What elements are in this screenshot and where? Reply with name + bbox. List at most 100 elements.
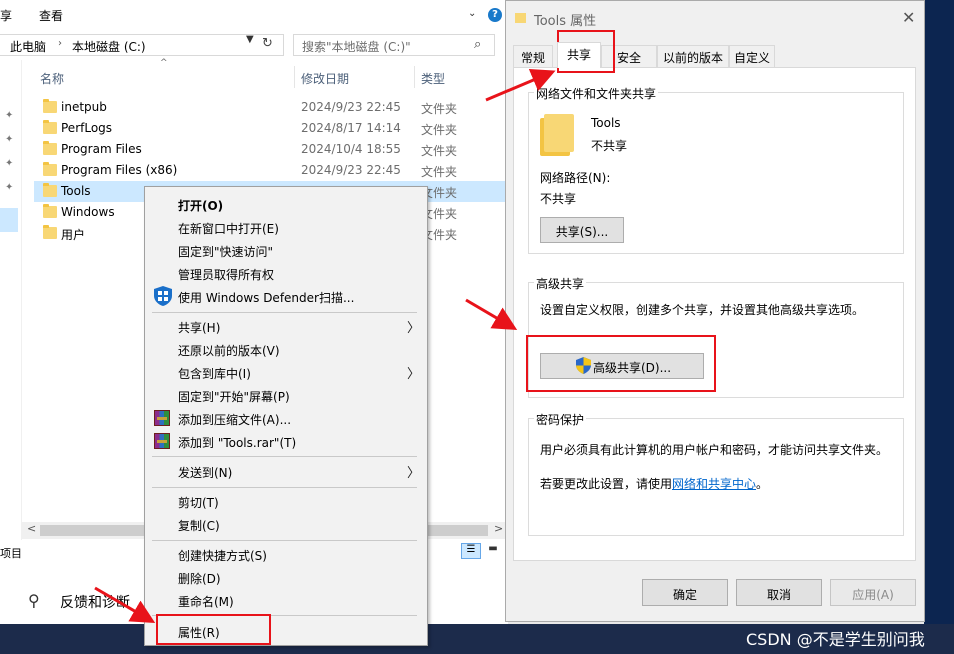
navigation-pane bbox=[0, 60, 22, 540]
menu-item-take-ownership[interactable]: 管理员取得所有权 bbox=[178, 266, 274, 283]
large-icons-view-icon[interactable]: ▬ bbox=[485, 543, 501, 559]
file-date: 2024/10/4 18:55 bbox=[301, 142, 401, 156]
file-row-program-files-x86[interactable]: Program Files (x86) 2024/9/23 22:45 文件夹 bbox=[34, 160, 508, 181]
password-change-suffix: 。 bbox=[756, 477, 769, 491]
ribbon-collapse-chevron-icon[interactable]: ⌄ bbox=[468, 8, 476, 19]
menu-item-rename[interactable]: 重命名(M) bbox=[178, 593, 234, 610]
details-view-icon[interactable]: ☰ bbox=[461, 543, 481, 559]
file-row-inetpub[interactable]: inetpub 2024/9/23 22:45 文件夹 bbox=[34, 97, 508, 118]
submenu-chevron-right-icon: 〉 bbox=[407, 367, 421, 382]
folder-icon bbox=[43, 183, 57, 197]
password-change-prefix: 若要更改此设置，请使用 bbox=[540, 477, 673, 491]
file-name: Windows bbox=[61, 205, 115, 219]
sort-ascending-icon: ^ bbox=[160, 58, 168, 68]
column-divider[interactable] bbox=[294, 66, 295, 88]
menu-item-add-tools-rar[interactable]: 添加到 "Tools.rar"(T) bbox=[178, 434, 296, 451]
search-icon[interactable]: ⌕ bbox=[474, 37, 481, 52]
file-name: PerfLogs bbox=[61, 121, 113, 135]
menu-item-restore-versions[interactable]: 还原以前的版本(V) bbox=[178, 342, 280, 359]
network-path-value: 不共享 bbox=[540, 192, 577, 206]
pin-icon[interactable]: ✦ bbox=[5, 134, 13, 145]
submenu-chevron-right-icon: 〉 bbox=[407, 466, 421, 481]
folder-icon bbox=[43, 141, 57, 155]
password-change-text: 若要更改此设置，请使用网络和共享中心。 bbox=[540, 475, 768, 492]
menu-share-tab[interactable]: 享 bbox=[0, 7, 12, 24]
apply-button[interactable]: 应用(A) bbox=[830, 579, 916, 606]
folder-icon bbox=[515, 13, 526, 23]
menu-item-pin-quick-access[interactable]: 固定到"快速访问" bbox=[178, 243, 273, 260]
column-divider[interactable] bbox=[414, 66, 415, 88]
file-type: 文件夹 bbox=[421, 165, 458, 179]
tab-previous-versions[interactable]: 以前的版本 bbox=[657, 45, 729, 67]
menu-item-include-library[interactable]: 包含到库中(I) bbox=[178, 365, 251, 382]
ok-button[interactable]: 确定 bbox=[642, 579, 728, 606]
column-header-type[interactable]: 类型 bbox=[421, 70, 445, 87]
breadcrumb-this-pc[interactable]: 此电脑 bbox=[10, 38, 46, 55]
feedback-diagnostics-item[interactable]: 反馈和诊断 bbox=[60, 592, 130, 612]
dialog-title: Tools 属性 bbox=[534, 14, 597, 29]
windows-defender-icon bbox=[154, 286, 172, 306]
nav-selected-item[interactable] bbox=[0, 208, 18, 232]
menu-item-pin-start[interactable]: 固定到"开始"屏幕(P) bbox=[178, 388, 290, 405]
file-name: Tools bbox=[61, 184, 91, 198]
share-status: 不共享 bbox=[591, 139, 628, 153]
menu-item-share[interactable]: 共享(H) bbox=[178, 319, 220, 336]
address-dropdown-icon[interactable]: ▼ bbox=[246, 34, 254, 45]
column-header-name[interactable]: 名称 bbox=[40, 70, 64, 87]
folder-icon bbox=[43, 162, 57, 176]
menu-view-tab[interactable]: 查看 bbox=[39, 7, 63, 24]
network-path-label: 网络路径(N): bbox=[540, 171, 611, 185]
submenu-chevron-right-icon: 〉 bbox=[407, 321, 421, 336]
file-type: 文件夹 bbox=[421, 123, 458, 137]
menu-item-defender-scan[interactable]: 使用 Windows Defender扫描... bbox=[178, 289, 354, 306]
share-button[interactable]: 共享(S)... bbox=[540, 217, 624, 243]
file-date: 2024/8/17 14:14 bbox=[301, 121, 401, 135]
scroll-left-icon[interactable]: < bbox=[27, 522, 36, 535]
winrar-icon bbox=[154, 410, 170, 426]
search-input[interactable]: 搜索"本地磁盘 (C:)" bbox=[293, 34, 495, 56]
pin-icon[interactable]: ✦ bbox=[5, 110, 13, 121]
annotation-box-advanced-sharing bbox=[526, 335, 716, 392]
pin-icon[interactable]: ✦ bbox=[5, 182, 13, 193]
scroll-right-icon[interactable]: > bbox=[494, 522, 503, 535]
menu-item-open[interactable]: 打开(O) bbox=[178, 197, 223, 214]
feedback-icon: ⚲ bbox=[28, 591, 40, 610]
menu-separator bbox=[152, 456, 417, 457]
breadcrumb-local-disk[interactable]: 本地磁盘 (C:) bbox=[72, 38, 146, 55]
menu-item-open-new-window[interactable]: 在新窗口中打开(E) bbox=[178, 220, 279, 237]
refresh-icon[interactable]: ↻ bbox=[262, 36, 273, 51]
menu-separator bbox=[152, 540, 417, 541]
menu-item-copy[interactable]: 复制(C) bbox=[178, 517, 220, 534]
help-icon[interactable]: ? bbox=[488, 8, 502, 22]
advanced-sharing-group-label: 高级共享 bbox=[534, 275, 587, 292]
column-header-date[interactable]: 修改日期 bbox=[301, 70, 349, 87]
menu-item-cut[interactable]: 剪切(T) bbox=[178, 494, 219, 511]
menu-item-add-archive[interactable]: 添加到压缩文件(A)... bbox=[178, 411, 291, 428]
folder-name: Tools bbox=[591, 116, 621, 130]
explorer-menubar bbox=[0, 0, 508, 30]
folder-icon bbox=[43, 120, 57, 134]
annotation-box-properties bbox=[156, 614, 271, 645]
folder-icon bbox=[43, 99, 57, 113]
password-protection-group-label: 密码保护 bbox=[534, 411, 587, 428]
folder-icon bbox=[43, 225, 57, 239]
menu-separator bbox=[152, 312, 417, 313]
file-name: inetpub bbox=[61, 100, 107, 114]
status-text: 项目 bbox=[0, 547, 22, 560]
tab-customize[interactable]: 自定义 bbox=[729, 45, 775, 67]
menu-item-send-to[interactable]: 发送到(N) bbox=[178, 464, 232, 481]
file-row-perflogs[interactable]: PerfLogs 2024/8/17 14:14 文件夹 bbox=[34, 118, 508, 139]
network-sharing-center-link[interactable]: 网络和共享中心 bbox=[672, 477, 756, 491]
menu-item-create-shortcut[interactable]: 创建快捷方式(S) bbox=[178, 547, 267, 564]
tab-general[interactable]: 常规 bbox=[513, 45, 553, 67]
menu-separator bbox=[152, 487, 417, 488]
file-date: 2024/9/23 22:45 bbox=[301, 163, 401, 177]
winrar-icon bbox=[154, 433, 170, 449]
address-bar[interactable]: 此电脑 › 本地磁盘 (C:) bbox=[0, 34, 284, 56]
file-row-program-files[interactable]: Program Files 2024/10/4 18:55 文件夹 bbox=[34, 139, 508, 160]
close-icon[interactable]: ✕ bbox=[902, 8, 915, 27]
cancel-button[interactable]: 取消 bbox=[736, 579, 822, 606]
menu-item-delete[interactable]: 删除(D) bbox=[178, 570, 221, 587]
tab-sharing[interactable]: 共享 bbox=[557, 42, 601, 68]
pin-icon[interactable]: ✦ bbox=[5, 158, 13, 169]
